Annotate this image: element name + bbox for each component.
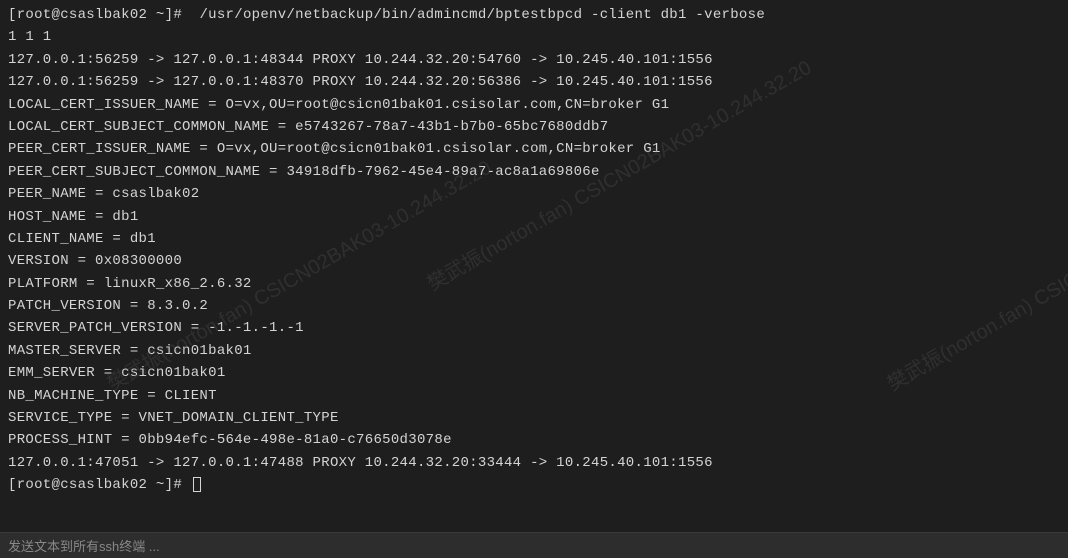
- output-line: NB_MACHINE_TYPE = CLIENT: [8, 385, 1060, 407]
- cursor-icon: [193, 477, 201, 492]
- output-line: PLATFORM = linuxR_x86_2.6.32: [8, 273, 1060, 295]
- output-line: EMM_SERVER = csicn01bak01: [8, 362, 1060, 384]
- output-line: 127.0.0.1:56259 -> 127.0.0.1:48370 PROXY…: [8, 71, 1060, 93]
- command-line: [root@csaslbak02 ~]# /usr/openv/netbacku…: [8, 4, 1060, 26]
- output-line: PEER_CERT_SUBJECT_COMMON_NAME = 34918dfb…: [8, 161, 1060, 183]
- output-line: PEER_NAME = csaslbak02: [8, 183, 1060, 205]
- command-text: /usr/openv/netbackup/bin/admincmd/bptest…: [199, 7, 765, 23]
- output-line: PATCH_VERSION = 8.3.0.2: [8, 295, 1060, 317]
- output-line: 1 1 1: [8, 26, 1060, 48]
- shell-prompt: [root@csaslbak02 ~]#: [8, 477, 191, 493]
- terminal-output[interactable]: 樊武振(norton.fan) CSICN02BAK03-10.244.32.2…: [0, 0, 1068, 532]
- output-line: 127.0.0.1:56259 -> 127.0.0.1:48344 PROXY…: [8, 49, 1060, 71]
- output-line: HOST_NAME = db1: [8, 206, 1060, 228]
- shell-prompt: [root@csaslbak02 ~]#: [8, 7, 199, 23]
- output-line: 127.0.0.1:47051 -> 127.0.0.1:47488 PROXY…: [8, 452, 1060, 474]
- output-line: LOCAL_CERT_SUBJECT_COMMON_NAME = e574326…: [8, 116, 1060, 138]
- output-line: PROCESS_HINT = 0bb94efc-564e-498e-81a0-c…: [8, 429, 1060, 451]
- output-line: CLIENT_NAME = db1: [8, 228, 1060, 250]
- output-line: LOCAL_CERT_ISSUER_NAME = O=vx,OU=root@cs…: [8, 94, 1060, 116]
- status-text: 发送文本到所有ssh终端 ...: [8, 539, 160, 554]
- output-line: SERVICE_TYPE = VNET_DOMAIN_CLIENT_TYPE: [8, 407, 1060, 429]
- prompt-line[interactable]: [root@csaslbak02 ~]#: [8, 474, 1060, 496]
- output-line: PEER_CERT_ISSUER_NAME = O=vx,OU=root@csi…: [8, 138, 1060, 160]
- output-line: VERSION = 0x08300000: [8, 250, 1060, 272]
- output-line: MASTER_SERVER = csicn01bak01: [8, 340, 1060, 362]
- status-bar[interactable]: 发送文本到所有ssh终端 ...: [0, 532, 1068, 558]
- output-line: SERVER_PATCH_VERSION = -1.-1.-1.-1: [8, 317, 1060, 339]
